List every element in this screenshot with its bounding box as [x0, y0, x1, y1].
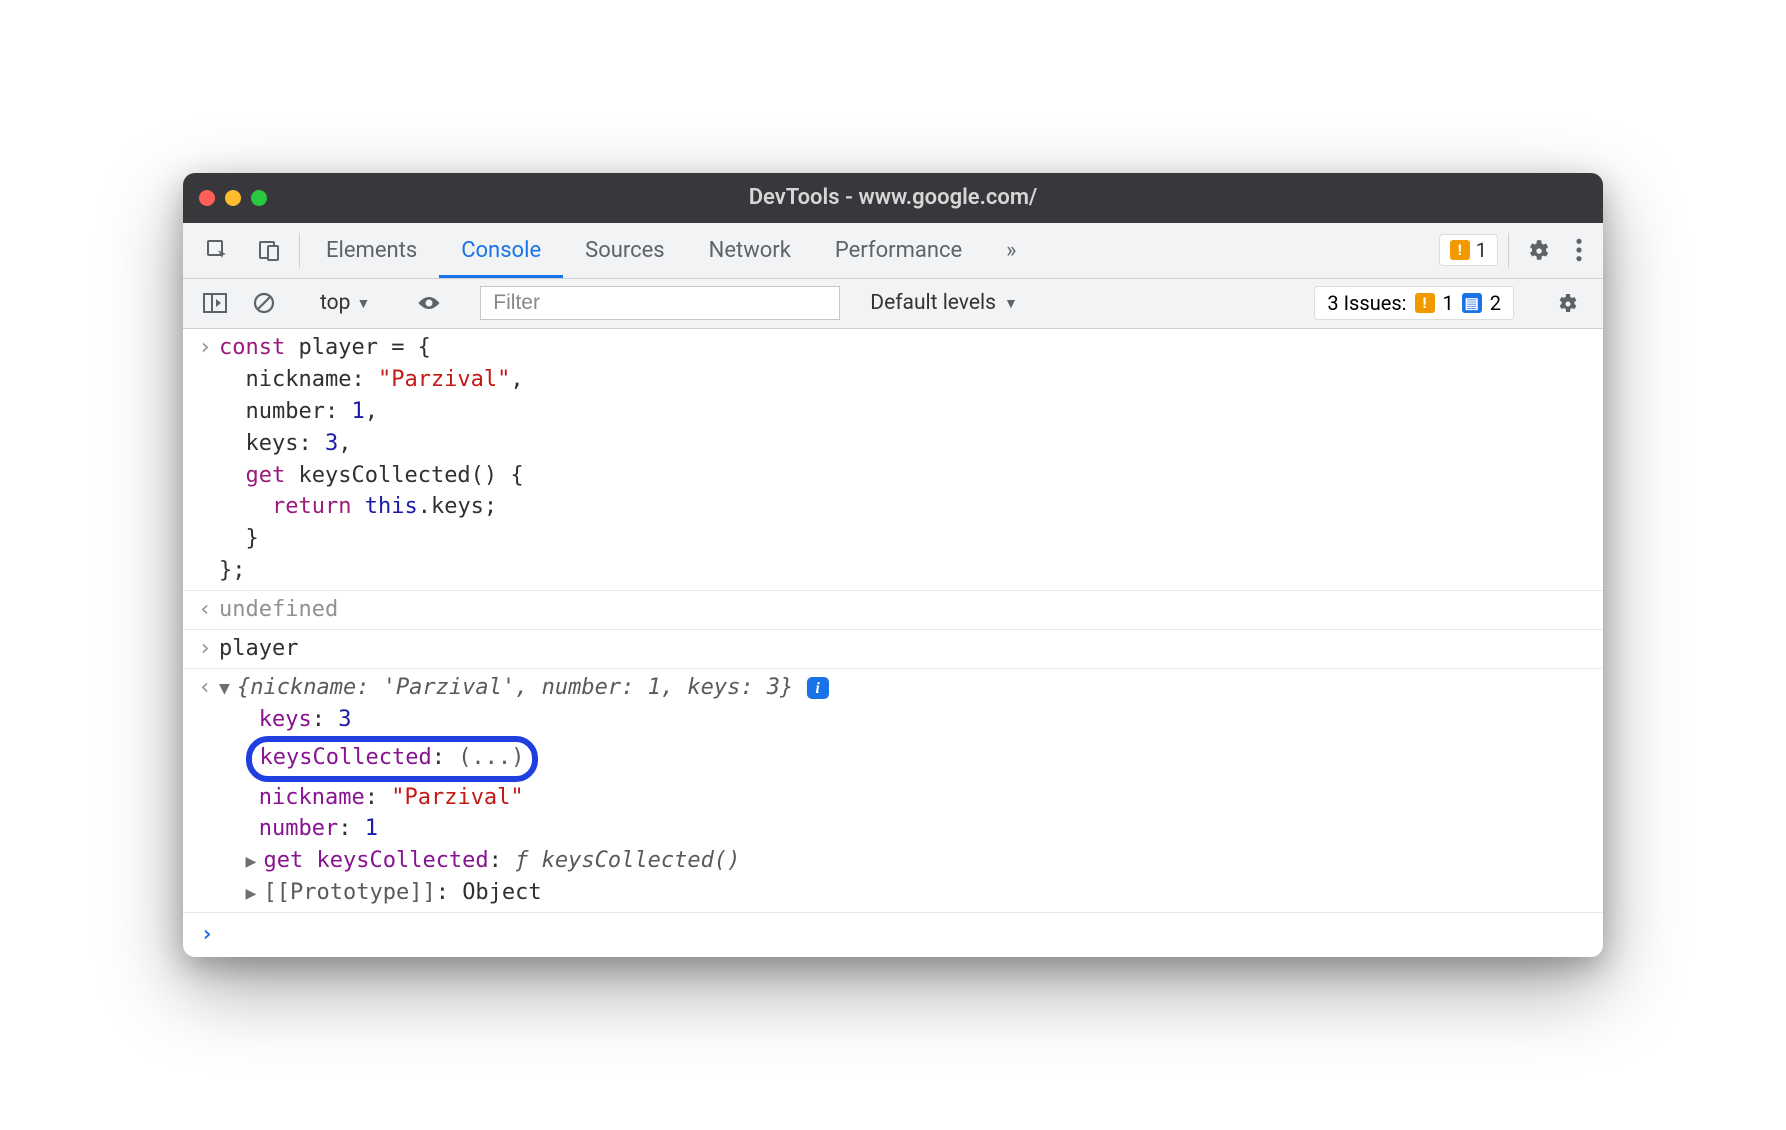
context-selector[interactable]: top ▼	[312, 287, 378, 319]
tab-performance[interactable]: Performance	[813, 223, 984, 278]
levels-label: Default levels	[870, 291, 996, 315]
settings-icon[interactable]	[1513, 223, 1563, 278]
expand-toggle-icon[interactable]: ▶	[246, 881, 264, 907]
clear-console-icon[interactable]	[245, 286, 283, 320]
property-value-lazy[interactable]: (...)	[458, 745, 524, 770]
message-icon: ▤	[1462, 293, 1482, 313]
property-key[interactable]: number	[259, 816, 338, 841]
issues-info-count: 2	[1490, 291, 1501, 315]
code-line[interactable]: player	[219, 633, 1593, 665]
property-value: "Parzival"	[391, 785, 523, 810]
code-line[interactable]: const player = { nickname: "Parzival", n…	[219, 332, 1593, 587]
object-summary[interactable]: {nickname: 'Parzival', number: 1, keys: …	[237, 675, 793, 700]
minimize-window-button[interactable]	[225, 190, 241, 206]
console-output-row: ‹ ▼{nickname: 'Parzival', number: 1, key…	[183, 668, 1603, 912]
dropdown-icon: ▼	[1004, 295, 1018, 312]
sidebar-toggle-icon[interactable]	[195, 287, 235, 319]
issues-button[interactable]: 3 Issues: ! 1 ▤ 2	[1314, 286, 1514, 320]
property-key[interactable]: keys	[259, 707, 312, 732]
console-output-row: ‹ undefined	[183, 590, 1603, 629]
issues-warn-count: 1	[1443, 291, 1454, 315]
tabs-overflow-button[interactable]: »	[984, 223, 1038, 278]
tab-console[interactable]: Console	[439, 223, 563, 278]
expand-toggle-icon[interactable]: ▶	[246, 849, 264, 875]
tab-elements[interactable]: Elements	[304, 223, 439, 278]
console-input[interactable]	[221, 919, 1593, 951]
main-tabbar: Elements Console Sources Network Perform…	[183, 223, 1603, 279]
divider	[299, 233, 300, 268]
console-prompt-row[interactable]: ›	[183, 912, 1603, 957]
warning-icon: !	[1415, 293, 1435, 313]
console-body: › const player = { nickname: "Parzival",…	[183, 329, 1603, 957]
live-expression-icon[interactable]	[407, 288, 451, 318]
property-key[interactable]: get keysCollected	[264, 848, 489, 873]
input-prompt-icon: ›	[193, 919, 221, 951]
inspect-element-icon[interactable]	[191, 223, 243, 278]
devtools-window: DevTools - www.google.com/ Elements Cons…	[183, 173, 1603, 957]
close-window-button[interactable]	[199, 190, 215, 206]
console-settings-icon[interactable]	[1543, 291, 1591, 315]
property-value[interactable]: ƒ keysCollected()	[515, 848, 740, 873]
warning-icon: !	[1450, 240, 1470, 260]
filter-input[interactable]	[480, 286, 840, 320]
maximize-window-button[interactable]	[251, 190, 267, 206]
context-label: top	[320, 291, 350, 315]
property-key[interactable]: keysCollected	[260, 745, 432, 770]
console-toolbar: top ▼ Default levels ▼ 3 Issues: ! 1 ▤ 2	[183, 279, 1603, 329]
window-controls	[199, 190, 267, 206]
property-key[interactable]: [[Prototype]]	[264, 880, 436, 905]
console-input-row: › const player = { nickname: "Parzival",…	[183, 329, 1603, 590]
divider	[1508, 233, 1509, 268]
device-toolbar-icon[interactable]	[243, 223, 295, 278]
property-key[interactable]: nickname	[259, 785, 365, 810]
tab-network[interactable]: Network	[687, 223, 813, 278]
more-menu-icon[interactable]	[1563, 223, 1595, 278]
warnings-badge[interactable]: ! 1	[1439, 234, 1498, 266]
output-indicator-icon: ‹	[191, 672, 219, 909]
expand-toggle-icon[interactable]: ▼	[219, 676, 237, 702]
object-tree: ▼{nickname: 'Parzival', number: 1, keys:…	[219, 672, 1593, 909]
console-input-row: › player	[183, 629, 1603, 668]
window-title: DevTools - www.google.com/	[183, 185, 1603, 210]
output-value: undefined	[219, 594, 1593, 626]
dropdown-icon: ▼	[356, 295, 370, 312]
issues-label: 3 Issues:	[1327, 291, 1406, 315]
tab-sources[interactable]: Sources	[563, 223, 687, 278]
input-prompt-icon: ›	[191, 633, 219, 665]
titlebar: DevTools - www.google.com/	[183, 173, 1603, 223]
info-icon[interactable]: i	[807, 677, 829, 699]
output-indicator-icon: ‹	[191, 594, 219, 626]
input-prompt-icon: ›	[191, 332, 219, 587]
property-value: 3	[338, 707, 351, 732]
annotation-highlight: keysCollected: (...)	[246, 736, 539, 782]
warnings-count: 1	[1476, 238, 1487, 262]
property-value: 1	[365, 816, 378, 841]
property-value[interactable]: Object	[462, 880, 541, 905]
log-levels-selector[interactable]: Default levels ▼	[870, 291, 1018, 315]
